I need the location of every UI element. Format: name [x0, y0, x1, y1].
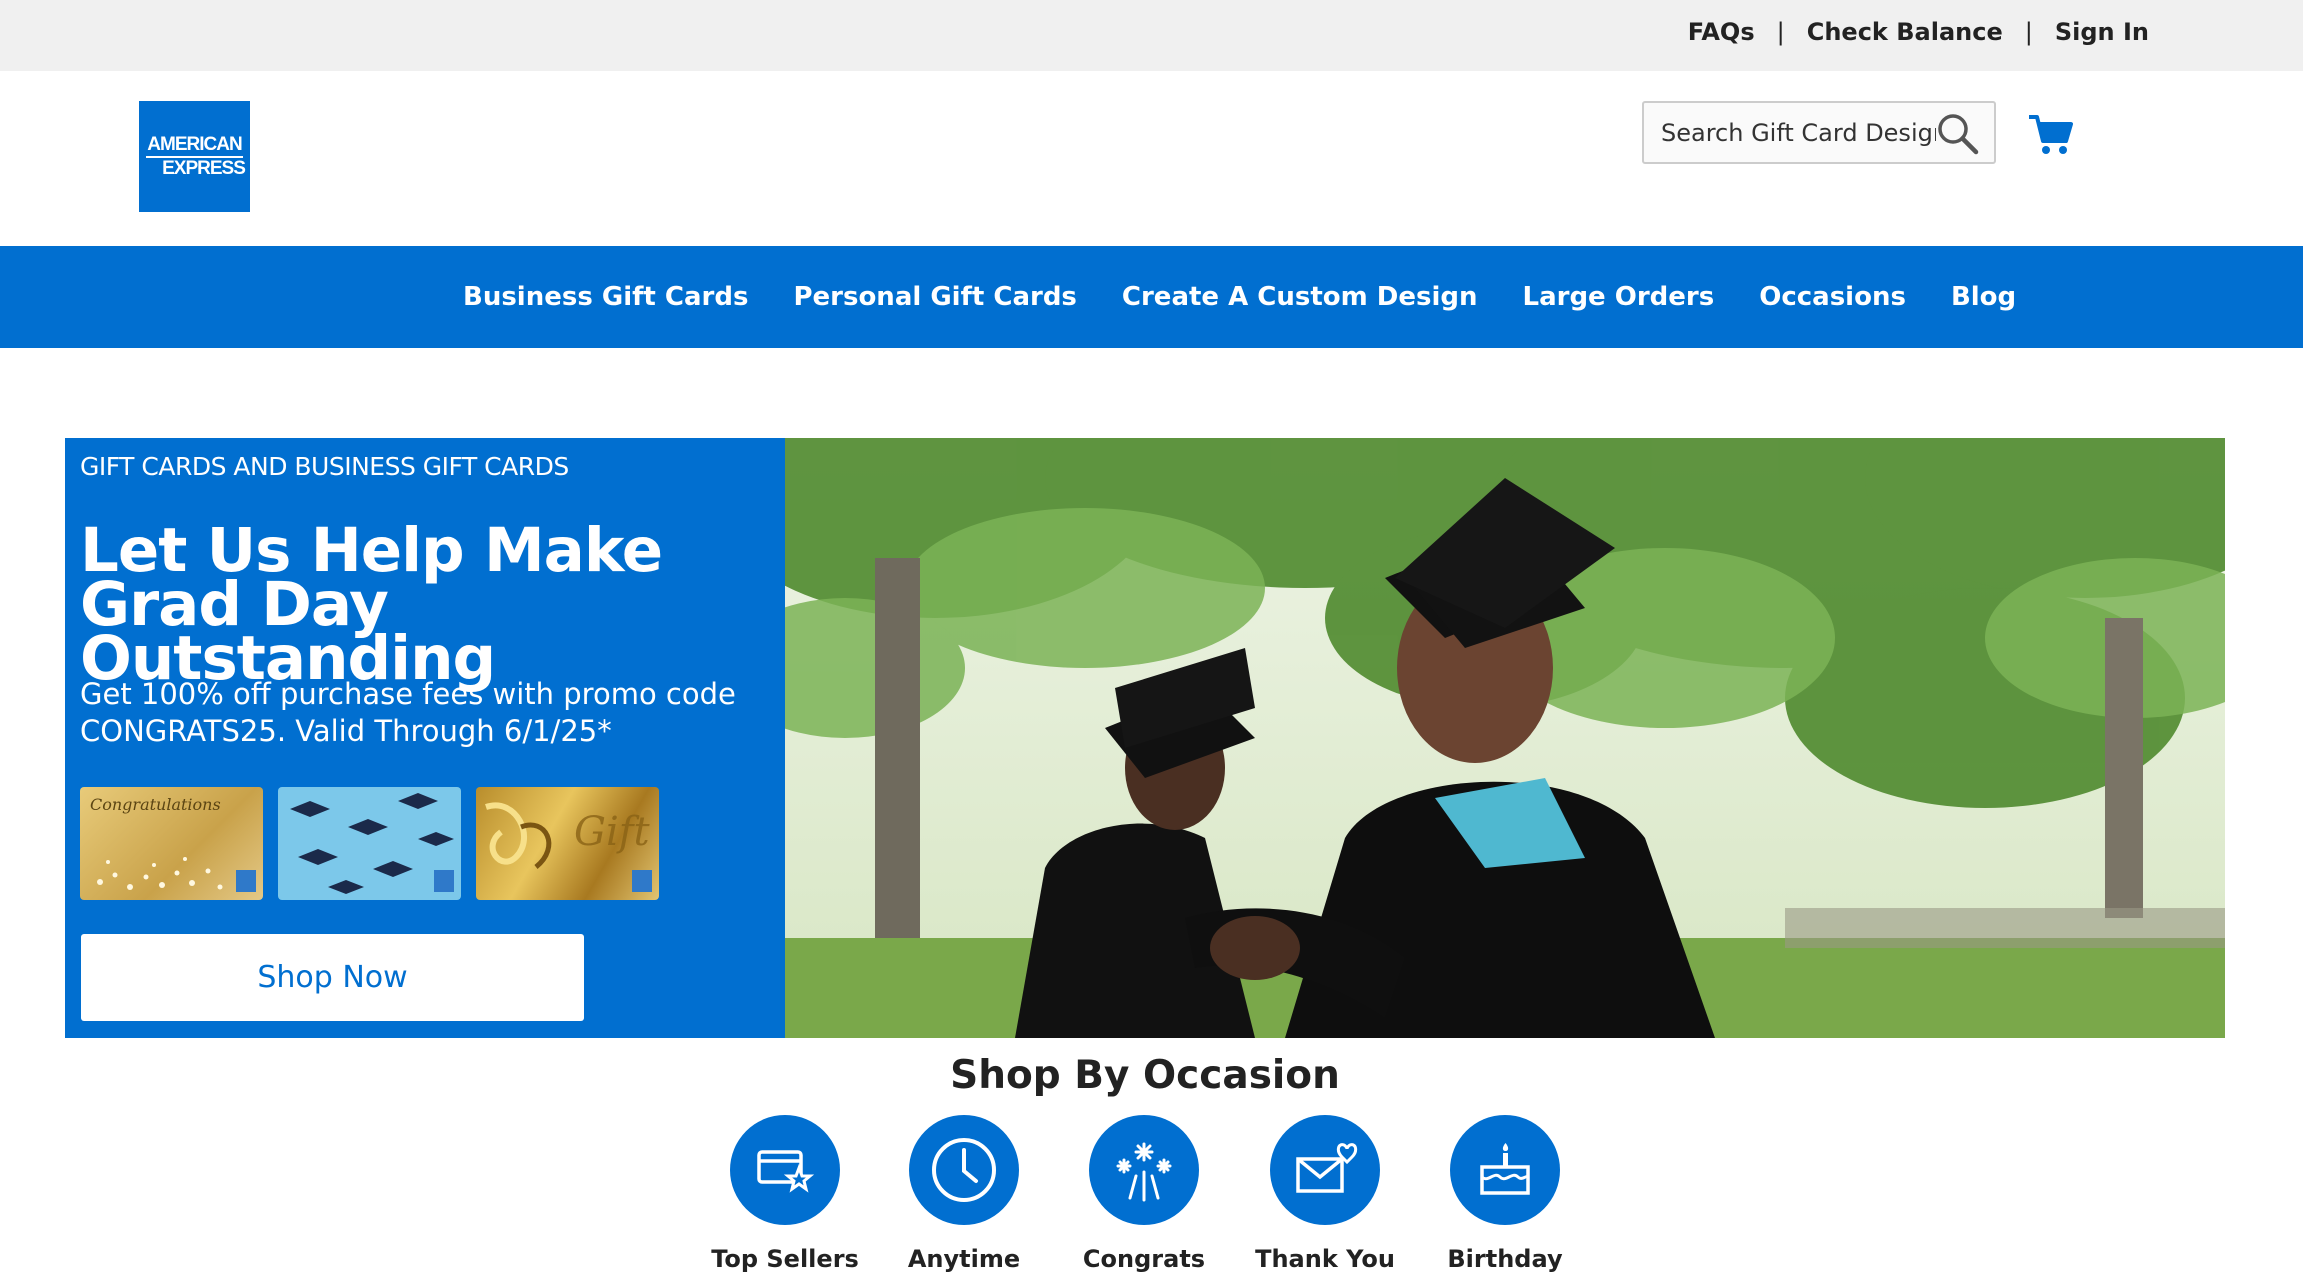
occasion-anytime[interactable]: Anytime	[874, 1115, 1054, 1273]
search-box	[1642, 101, 1996, 164]
cart-icon[interactable]	[2027, 112, 2073, 156]
gift-card-graduation-caps[interactable]	[278, 787, 461, 900]
separator: |	[2024, 18, 2033, 46]
envelope-heart-icon	[1296, 1143, 1358, 1193]
amex-card-mark	[632, 870, 652, 892]
hero-promo-panel: GIFT CARDS AND BUSINESS GIFT CARDS Let U…	[65, 438, 785, 1038]
search-icon[interactable]	[1935, 111, 1979, 155]
utility-links: FAQs | Check Balance | Sign In	[1688, 18, 2149, 46]
separator: |	[1776, 18, 1785, 46]
clock-icon	[932, 1138, 996, 1202]
hero-eyebrow: GIFT CARDS AND BUSINESS GIFT CARDS	[80, 452, 569, 481]
gift-card-gold-bow[interactable]: Gift	[476, 787, 659, 900]
occasion-label: Anytime	[907, 1245, 1021, 1273]
amex-card-mark	[434, 870, 454, 892]
occasion-top-sellers[interactable]: Top Sellers	[695, 1115, 875, 1273]
main-nav: Business Gift Cards Personal Gift Cards …	[0, 246, 2303, 348]
occasion-label: Thank You	[1255, 1245, 1395, 1273]
top-sellers-icon	[757, 1150, 815, 1193]
nav-large-orders[interactable]: Large Orders	[1523, 282, 1715, 312]
occasion-congrats[interactable]: Congrats	[1054, 1115, 1234, 1273]
logo-line-1: AMERICAN	[146, 134, 243, 158]
occasion-label: Congrats	[1082, 1245, 1206, 1273]
occasion-label: Birthday	[1447, 1245, 1563, 1273]
logo-line-2: EXPRESS	[162, 157, 246, 179]
faqs-link[interactable]: FAQs	[1688, 18, 1755, 46]
hero-subtext: Get 100% off purchase fees with promo co…	[80, 677, 736, 748]
occasion-thank-you[interactable]: Thank You	[1235, 1115, 1415, 1273]
occasion-label: Top Sellers	[711, 1245, 859, 1273]
fireworks-icon	[1116, 1142, 1172, 1202]
birthday-cake-icon	[1480, 1143, 1530, 1195]
nav-create-custom-design[interactable]: Create A Custom Design	[1122, 282, 1478, 312]
check-balance-link[interactable]: Check Balance	[1807, 18, 2003, 46]
nav-occasions[interactable]: Occasions	[1759, 282, 1906, 312]
nav-personal-gift-cards[interactable]: Personal Gift Cards	[793, 282, 1076, 312]
sign-in-link[interactable]: Sign In	[2055, 18, 2149, 46]
utility-bar: FAQs | Check Balance | Sign In	[0, 0, 2303, 71]
nav-blog[interactable]: Blog	[1951, 282, 2016, 312]
amex-card-mark	[236, 870, 256, 892]
hero-graduates-photo	[785, 438, 2225, 1038]
hero-headline: Let Us Help Make Grad Day Outstanding	[80, 515, 663, 694]
amex-logo[interactable]: AMERICAN EXPRESS	[139, 101, 250, 212]
search-input[interactable]	[1659, 117, 1938, 148]
gift-card-congratulations[interactable]: Congratulations	[80, 787, 263, 900]
occasion-birthday[interactable]: Birthday	[1415, 1115, 1595, 1273]
shop-by-occasion-title: Shop By Occasion	[950, 1053, 1340, 1098]
nav-business-gift-cards[interactable]: Business Gift Cards	[463, 282, 748, 312]
shop-now-button[interactable]: Shop Now	[81, 934, 584, 1021]
